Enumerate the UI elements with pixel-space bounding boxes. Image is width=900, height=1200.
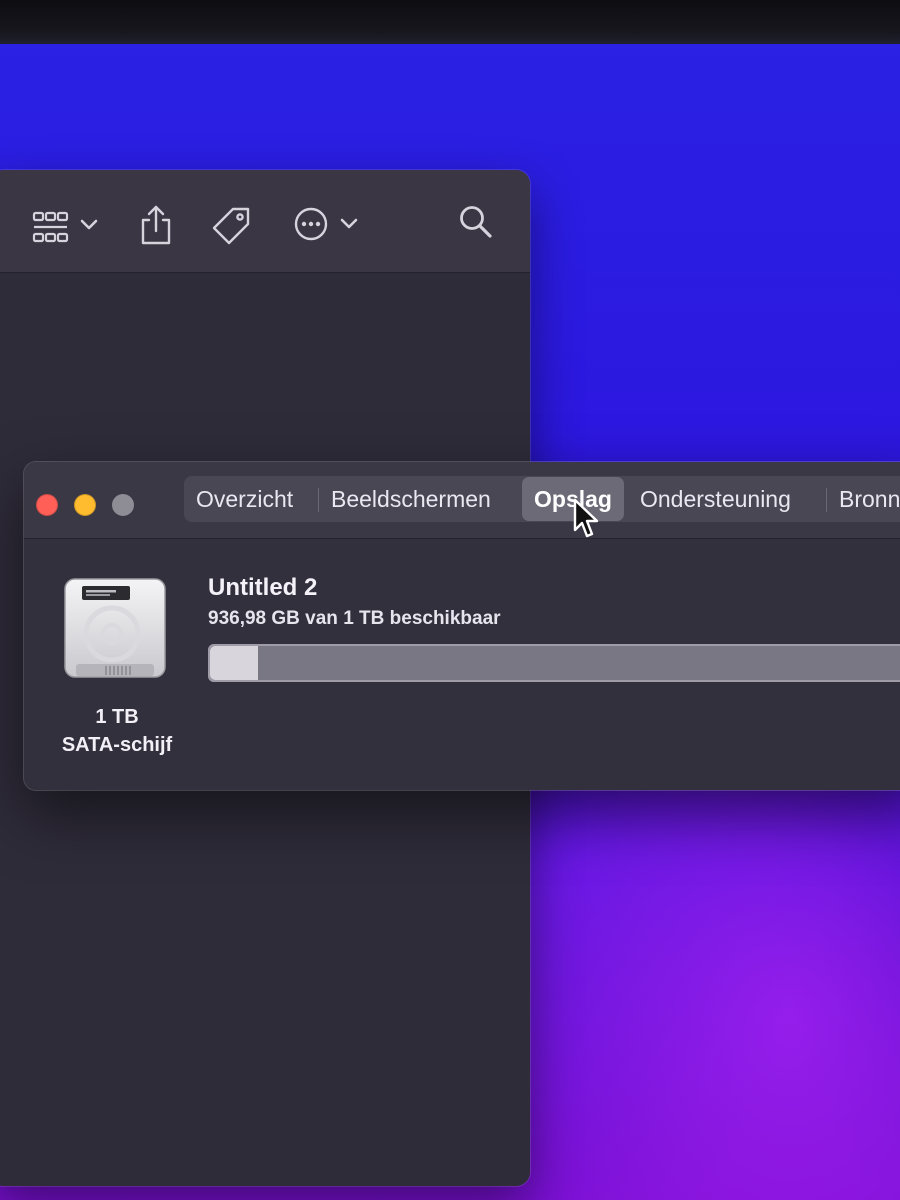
disk-type-label: SATA-schijf — [61, 734, 173, 756]
tag-icon[interactable] — [211, 206, 251, 251]
share-icon[interactable] — [140, 204, 172, 251]
disk-size-label: 1 TB — [95, 706, 139, 728]
tab-beeldschermen[interactable]: Beeldschermen — [331, 476, 491, 522]
about-this-mac-window: Overzicht Beeldschermen Opslag Ondersteu… — [24, 462, 900, 790]
minimize-window-button[interactable] — [74, 494, 96, 516]
tab-divider — [318, 488, 319, 512]
monitor-bezel — [0, 0, 900, 44]
more-actions-icon[interactable] — [293, 206, 329, 247]
search-icon[interactable] — [458, 204, 494, 245]
tab-bar: Overzicht Beeldschermen Opslag Ondersteu… — [184, 476, 900, 522]
hard-drive-icon — [62, 576, 168, 684]
finder-toolbar — [0, 170, 530, 273]
tab-ondersteuning[interactable]: Ondersteuning — [640, 476, 791, 522]
zoom-window-button[interactable] — [112, 494, 134, 516]
window-titlebar: Overzicht Beeldschermen Opslag Ondersteu… — [24, 462, 900, 539]
tab-bronnen[interactable]: Bronn — [839, 476, 900, 522]
storage-used-segment — [210, 646, 258, 680]
volume-availability: 936,98 GB van 1 TB beschikbaar — [208, 608, 501, 629]
tab-divider — [826, 488, 827, 512]
tab-overzicht[interactable]: Overzicht — [196, 476, 293, 522]
chevron-down-icon[interactable] — [80, 218, 98, 237]
storage-usage-bar — [208, 644, 900, 682]
mouse-pointer-icon — [572, 498, 600, 545]
grid-view-icon[interactable] — [32, 210, 70, 249]
volume-name: Untitled 2 — [208, 574, 318, 601]
chevron-down-icon[interactable] — [340, 217, 358, 236]
close-window-button[interactable] — [36, 494, 58, 516]
